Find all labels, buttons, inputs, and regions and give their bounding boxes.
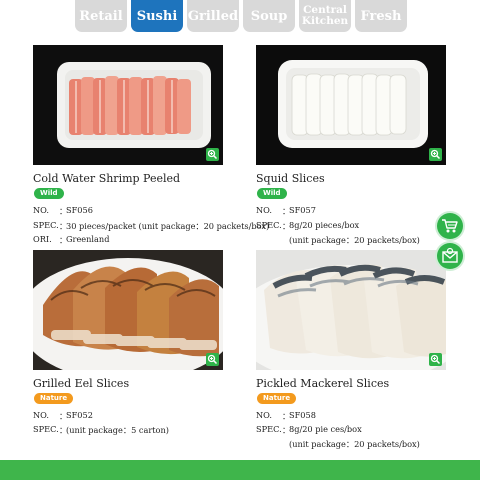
spec-value: 30 pieces/packet (unit package：20 packet…: [66, 221, 270, 231]
envelope-icon: [442, 247, 458, 263]
shopping-cart-button[interactable]: [437, 213, 463, 239]
nature-badge: Nature: [257, 393, 297, 404]
tab-central-kitchen-label: Central Kitchen: [301, 4, 349, 27]
tab-fresh[interactable]: Fresh: [355, 0, 407, 32]
footer-bar: [0, 460, 480, 480]
product-name[interactable]: Cold Water Shrimp Peeled: [33, 172, 180, 185]
spec-label: SPEC.: [256, 424, 282, 434]
spec-value: 8g/20 pieces/box: [289, 220, 360, 230]
product-number: SF056: [66, 205, 93, 215]
wild-badge: Wild: [34, 188, 64, 199]
category-tabs: Retail Sushi Grilled Soup Central Kitchen…: [0, 0, 480, 34]
product-number: SF057: [289, 205, 316, 215]
nature-badge: Nature: [34, 393, 74, 404]
tab-retail[interactable]: Retail: [75, 0, 127, 32]
no-label: NO.: [256, 205, 272, 215]
no-label: NO.: [33, 205, 49, 215]
shopping-cart-icon: [442, 219, 458, 233]
tab-central-kitchen[interactable]: Central Kitchen: [299, 0, 351, 32]
zoom-in-icon[interactable]: [429, 148, 442, 161]
product-photo-squid[interactable]: [256, 45, 446, 165]
spec-value: 8g/20 pie ces/box: [289, 424, 362, 434]
zoom-in-icon[interactable]: [206, 353, 219, 366]
spec-value: (unit package：5 carton): [66, 425, 169, 435]
zoom-in-icon[interactable]: [429, 353, 442, 366]
product-photo-mackerel[interactable]: [256, 250, 446, 370]
no-label: NO.: [256, 410, 272, 420]
tab-sushi[interactable]: Sushi: [131, 0, 183, 32]
origin-value: Greenland: [66, 234, 110, 244]
product-name[interactable]: Squid Slices: [256, 172, 325, 185]
product-name[interactable]: Pickled Mackerel Slices: [256, 377, 389, 390]
product-name[interactable]: Grilled Eel Slices: [33, 377, 129, 390]
product-photo-eel[interactable]: [33, 250, 223, 370]
zoom-in-icon[interactable]: [206, 148, 219, 161]
product-number: SF052: [66, 410, 93, 420]
spec-label: SPEC.: [33, 220, 59, 230]
tab-soup[interactable]: Soup: [243, 0, 295, 32]
contact-mail-button[interactable]: [437, 243, 463, 269]
tab-grilled[interactable]: Grilled: [187, 0, 239, 32]
no-label: NO.: [33, 410, 49, 420]
wild-badge: Wild: [257, 188, 287, 199]
product-photo-shrimp[interactable]: [33, 45, 223, 165]
spec-label: SPEC.: [33, 424, 59, 434]
product-number: SF058: [289, 410, 316, 420]
spec-value-cont: (unit package：20 packets/box): [289, 439, 420, 449]
spec-value-cont: (unit package：20 packets/box): [289, 235, 420, 245]
origin-label: ORI.: [33, 234, 52, 244]
spec-label: SPEC.: [256, 220, 282, 230]
